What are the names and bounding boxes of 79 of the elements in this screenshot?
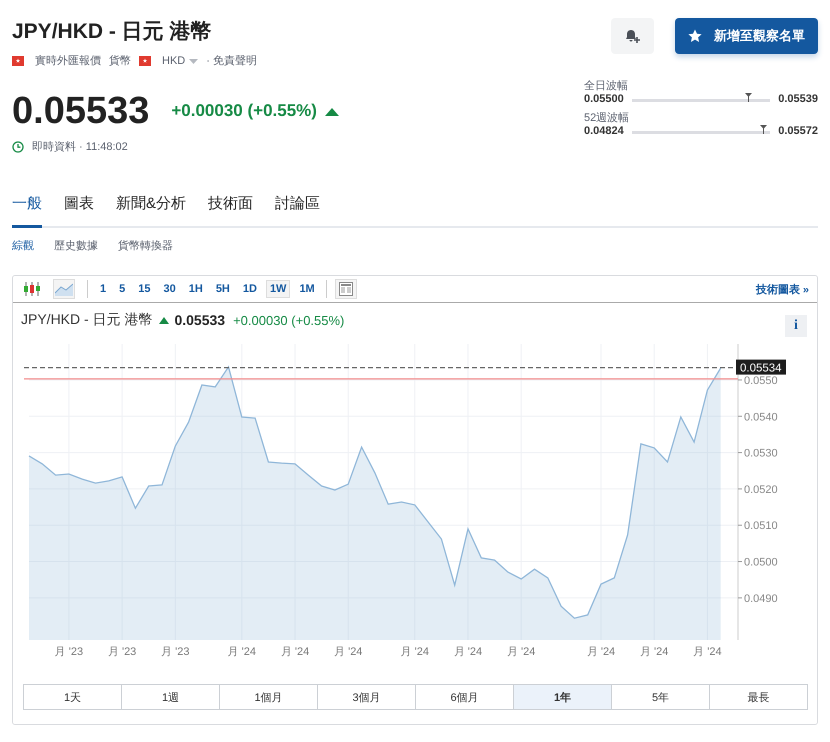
x-axis-label: 月 '24	[454, 646, 482, 658]
y-tick-label: 0.0540	[744, 411, 778, 424]
meta-text[interactable]: 貨幣	[109, 53, 131, 68]
flag-icon	[139, 56, 151, 66]
interval-button[interactable]: 1D	[238, 280, 261, 298]
alert-button[interactable]	[611, 18, 654, 54]
y-tick-label: 0.0500	[744, 556, 778, 569]
subtab[interactable]: 歷史數據	[54, 238, 98, 253]
tab[interactable]: 新聞&分析	[116, 194, 186, 228]
x-axis-label: 月 '24	[586, 646, 616, 658]
range-label: 全日波幅	[584, 79, 629, 93]
y-axis-label: 0.0500	[738, 556, 778, 569]
chart-symbol: JPY/HKD - 日元 港幣	[21, 311, 152, 329]
range-high: 0.05539	[778, 93, 818, 105]
candlestick-icon	[23, 282, 41, 296]
x-axis-label: 月 '24	[693, 646, 722, 658]
interval-button[interactable]: 1M	[295, 280, 319, 298]
interval-button[interactable]: 1W	[266, 280, 290, 298]
y-tick-label: 0.0510	[744, 520, 778, 532]
chart-change: +0.00030 (+0.55%)	[233, 312, 344, 328]
clock-icon	[12, 140, 24, 152]
chart-price: 0.05533	[174, 312, 226, 328]
layout-button[interactable]	[334, 279, 357, 299]
x-axis-label: 月 '24	[280, 646, 310, 658]
flag-icon	[12, 56, 24, 66]
page-title: JPY/HKD - 日元 港幣	[12, 19, 213, 45]
technical-chart-link[interactable]: 技術圖表 »	[756, 282, 809, 296]
subtab[interactable]: 貨幣轉換器	[118, 238, 173, 253]
y-tick-label: 0.0490	[744, 592, 778, 605]
y-axis-label: 0.0510	[738, 520, 778, 532]
add-to-watchlist-button[interactable]: 新增至觀察名單	[675, 18, 818, 54]
range-high: 0.05572	[778, 125, 818, 137]
range-label: 52週波幅	[584, 111, 630, 125]
info-button[interactable]: i	[785, 315, 807, 337]
y-axis-label: 0.0520	[738, 484, 778, 496]
status-text: 即時資料 · 11:48:02	[32, 140, 128, 154]
tab[interactable]: 討論區	[275, 194, 320, 228]
current-price-label: 0.05534	[736, 360, 786, 375]
area-chart-icon	[55, 282, 73, 296]
y-tick-label: 0.0530	[744, 448, 778, 460]
period-button[interactable]: 1年	[513, 685, 611, 709]
interval-button[interactable]: 15	[134, 280, 154, 298]
layout-icon	[338, 282, 353, 296]
range-low: 0.04824	[584, 125, 624, 137]
x-axis-label: 月 '23	[54, 646, 84, 658]
tab[interactable]: 圖表	[64, 194, 94, 228]
chart-type-button[interactable]	[21, 279, 43, 299]
tab[interactable]: 一般	[12, 194, 42, 228]
price-change: +0.00030 (+0.55%)	[171, 101, 317, 121]
y-axis-label: 0.0490	[738, 592, 778, 605]
y-tick-label: 0.0520	[744, 484, 778, 496]
interval-button[interactable]: 5H	[212, 280, 234, 298]
x-axis-label: 月 '24	[506, 646, 536, 658]
x-axis-label: 月 '24	[400, 646, 429, 658]
subtab[interactable]: 綜觀	[12, 238, 34, 253]
interval-button[interactable]: 1	[96, 280, 110, 298]
meta-text[interactable]: HKD	[162, 54, 186, 66]
bell-plus-icon	[624, 28, 640, 44]
y-axis-label: 0.0550	[738, 374, 778, 387]
x-axis-label: 月 '24	[228, 646, 256, 658]
star-icon	[688, 29, 702, 43]
price: 0.05533	[12, 91, 150, 131]
caret-icon[interactable]	[189, 58, 198, 64]
x-axis-label: 月 '23	[108, 646, 136, 658]
x-axis-label: 月 '23	[161, 646, 190, 658]
y-axis-label: 0.0530	[738, 448, 778, 460]
ref-line-label: 0.05534	[740, 362, 782, 375]
y-tick-label: 0.0550	[744, 374, 778, 387]
x-axis-label: 月 '24	[640, 646, 668, 658]
chart-type-button[interactable]	[53, 279, 75, 299]
range-low: 0.05500	[584, 93, 624, 105]
tab[interactable]: 技術面	[208, 194, 254, 228]
interval-button[interactable]: 5	[115, 280, 130, 298]
x-axis-label: 月 '24	[334, 646, 362, 658]
meta-text: 實時外匯報價	[35, 54, 101, 68]
interval-button[interactable]: 1H	[184, 280, 207, 298]
interval-button[interactable]: 30	[160, 280, 180, 298]
y-axis-label: 0.0540	[738, 411, 778, 424]
disclaimer-link[interactable]: · 免責聲明	[206, 53, 257, 68]
